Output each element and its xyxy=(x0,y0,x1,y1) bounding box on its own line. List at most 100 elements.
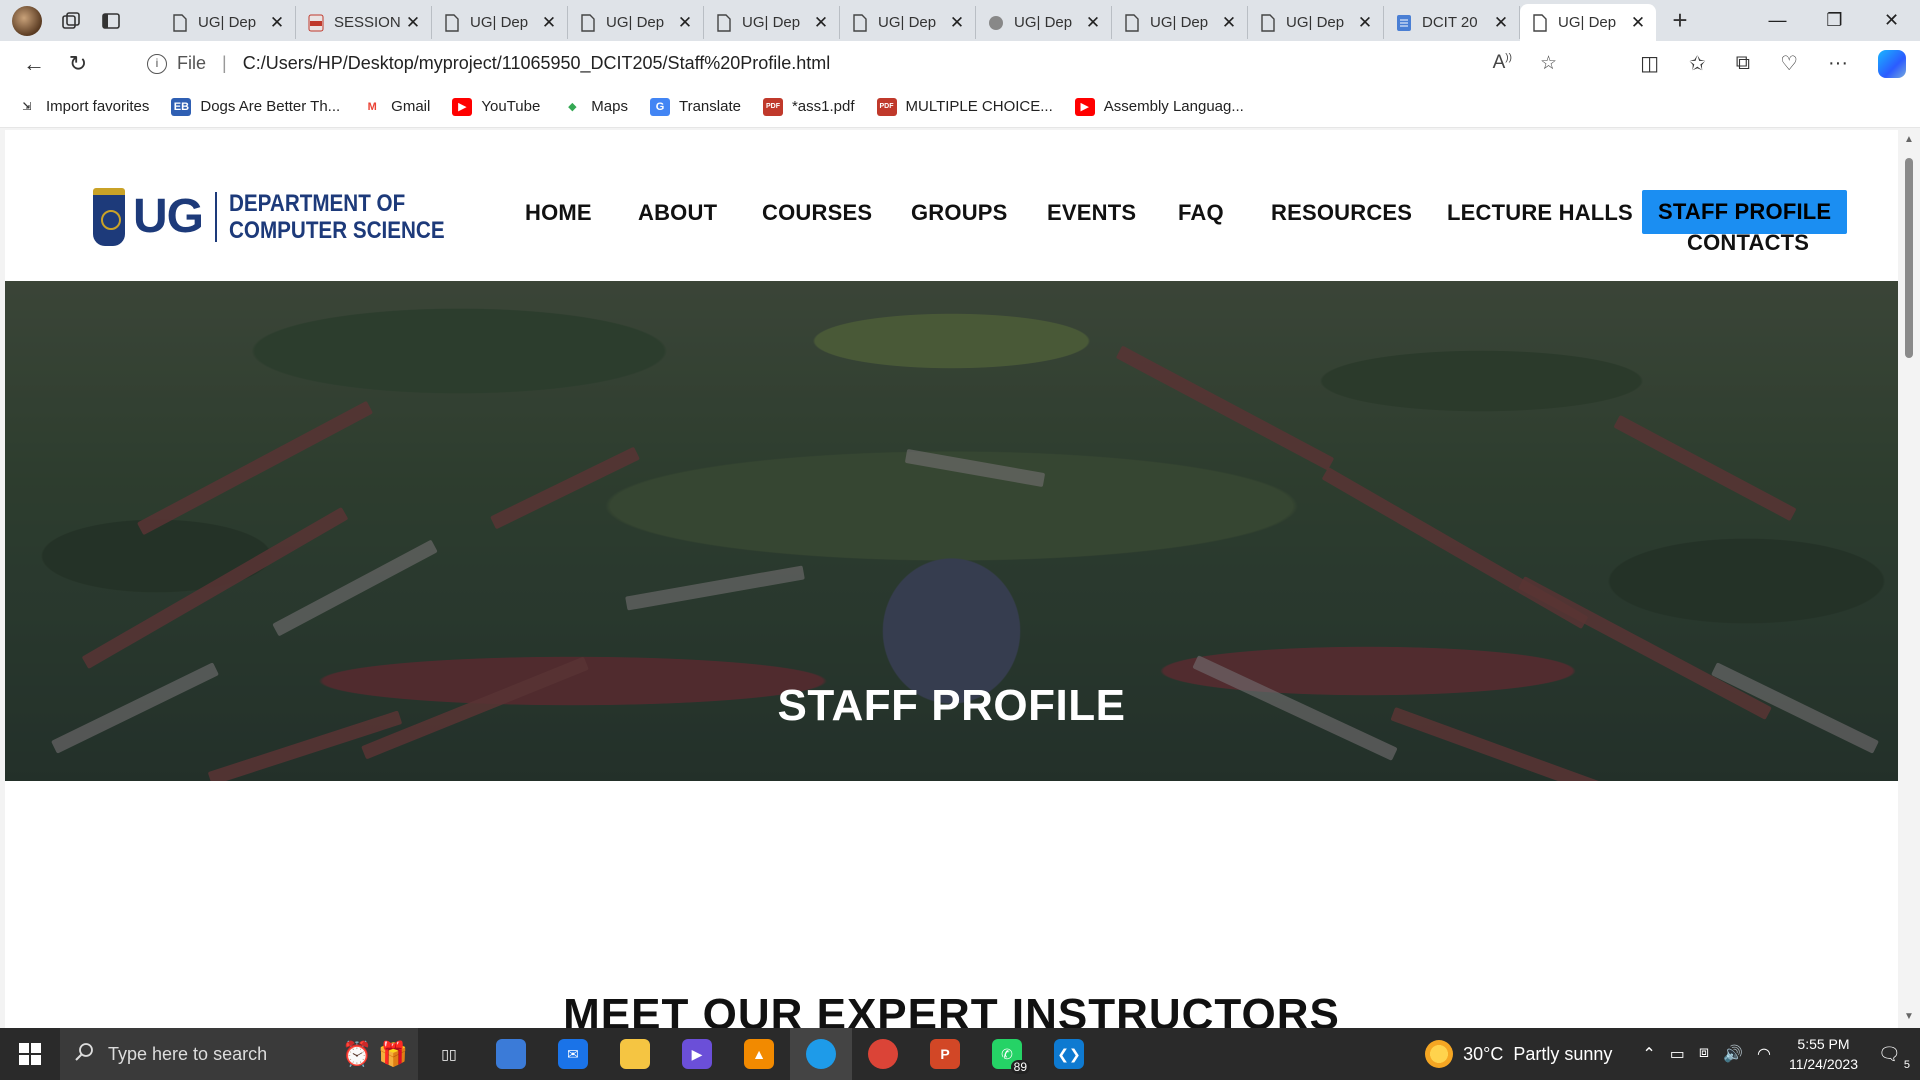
battery-icon[interactable]: ▭ xyxy=(1670,1044,1685,1064)
taskbar-app-file-explorer[interactable] xyxy=(604,1028,666,1080)
taskbar-app-edge[interactable] xyxy=(790,1028,852,1080)
profile-avatar[interactable] xyxy=(12,5,42,36)
more-menu-icon[interactable]: ··· xyxy=(1828,52,1848,75)
browser-tab[interactable]: UG| Dep ✕ xyxy=(1112,6,1248,39)
nav-link-about[interactable]: ABOUT xyxy=(638,200,717,226)
nav-link-faq[interactable]: FAQ xyxy=(1178,200,1224,226)
collections-icon[interactable]: ⧉ xyxy=(1736,52,1750,75)
new-tab-button[interactable]: + xyxy=(1662,3,1698,39)
minimize-button[interactable]: — xyxy=(1749,0,1806,41)
close-tab-icon[interactable]: ✕ xyxy=(1493,13,1509,33)
taskbar-search[interactable]: Type here to search ⏰ 🎁 xyxy=(60,1028,418,1080)
close-tab-icon[interactable]: ✕ xyxy=(1221,13,1237,33)
favorite-label: YouTube xyxy=(481,98,541,115)
browser-tab[interactable]: UG| Dep ✕ xyxy=(1520,4,1656,41)
browser-tab[interactable]: DCIT 20 ✕ xyxy=(1384,6,1520,39)
nav-link-staff-profile[interactable]: STAFF PROFILE xyxy=(1642,190,1848,234)
taskbar-app-mail[interactable]: ✉ xyxy=(542,1028,604,1080)
browser-tab[interactable]: UG| Dep ✕ xyxy=(976,6,1112,39)
close-tab-icon[interactable]: ✕ xyxy=(1630,13,1646,33)
clock-date: 11/24/2023 xyxy=(1788,1056,1858,1072)
favorites-icon[interactable]: ✩ xyxy=(1689,51,1706,76)
tab-title: UG| Dep xyxy=(1286,14,1345,31)
vertical-scrollbar[interactable]: ▲ ▼ xyxy=(1898,128,1920,1028)
tab-strip-left xyxy=(0,0,160,41)
nav-link-lecture-halls[interactable]: LECTURE HALLS xyxy=(1447,200,1633,226)
restore-button[interactable]: ❐ xyxy=(1806,0,1863,41)
tab-title: UG| Dep xyxy=(1150,14,1209,31)
taskbar-app-clipchamp[interactable]: ▶ xyxy=(666,1028,728,1080)
read-aloud-icon[interactable]: A)) xyxy=(1493,52,1512,75)
address-bar[interactable]: i File | C:/Users/HP/Desktop/myproject/1… xyxy=(125,45,1585,82)
chevron-up-icon[interactable]: ⌃ xyxy=(1642,1044,1655,1064)
nav-link-contacts[interactable]: CONTACTS xyxy=(1687,230,1809,256)
close-tab-icon[interactable]: ✕ xyxy=(813,13,829,33)
taskbar-app-powerpoint[interactable]: P xyxy=(914,1028,976,1080)
close-tab-icon[interactable]: ✕ xyxy=(541,13,557,33)
favorite-star-icon[interactable]: ☆ xyxy=(1540,52,1557,75)
favorite-item[interactable]: PDF MULTIPLE CHOICE... xyxy=(876,97,1053,116)
favorite-label: *ass1.pdf xyxy=(791,98,855,115)
nav-link-home[interactable]: HOME xyxy=(525,200,592,226)
close-window-button[interactable]: ✕ xyxy=(1863,0,1920,41)
back-button[interactable]: ← xyxy=(14,44,54,84)
tab-actions-icon[interactable] xyxy=(100,10,122,32)
browser-tab[interactable]: UG| Dep ✕ xyxy=(840,6,976,39)
close-tab-icon[interactable]: ✕ xyxy=(269,13,285,33)
taskbar-app-vlc[interactable]: ▲ xyxy=(728,1028,790,1080)
device-icon[interactable]: ⧈ xyxy=(1699,1044,1709,1064)
nav-link-events[interactable]: EVENTS xyxy=(1047,200,1136,226)
scroll-down-arrow-icon[interactable]: ▼ xyxy=(1904,1011,1914,1022)
logo-dept-line1: DEPARTMENT OF xyxy=(229,190,406,217)
taskbar-app-microsoft-store[interactable] xyxy=(480,1028,542,1080)
favorite-item[interactable]: M Gmail xyxy=(362,98,431,116)
copilot-icon[interactable] xyxy=(1878,49,1906,78)
favorite-item[interactable]: PDF *ass1.pdf xyxy=(762,97,855,116)
favorite-item[interactable]: ◆ Maps xyxy=(562,98,628,116)
browser-tab[interactable]: UG| Dep ✕ xyxy=(432,6,568,39)
tab-list: UG| Dep ✕ SESSION ✕ UG| Dep ✕ UG| Dep ✕ UG| Dep ✕… xyxy=(160,0,1656,41)
toolbar-icons: ◫ ✩ ⧉ ♡ ··· xyxy=(1640,41,1906,86)
browser-tab[interactable]: SESSION ✕ xyxy=(296,6,432,39)
favorite-item[interactable]: EB Dogs Are Better Th... xyxy=(171,97,340,116)
youtube-icon: ▶ xyxy=(452,97,473,116)
scroll-up-arrow-icon[interactable]: ▲ xyxy=(1904,134,1914,145)
browser-tab[interactable]: UG| Dep ✕ xyxy=(160,6,296,39)
window-controls: — ❐ ✕ xyxy=(1749,0,1920,41)
close-tab-icon[interactable]: ✕ xyxy=(1357,13,1373,33)
taskbar-app-vscode[interactable]: ❮❯ xyxy=(1038,1028,1100,1080)
close-tab-icon[interactable]: ✕ xyxy=(405,13,421,33)
nav-link-resources[interactable]: RESOURCES xyxy=(1271,200,1412,226)
split-screen-icon[interactable]: ◫ xyxy=(1640,51,1659,76)
start-button[interactable] xyxy=(0,1028,60,1080)
nav-link-courses[interactable]: COURSES xyxy=(762,200,872,226)
favorite-item[interactable]: ▶ YouTube xyxy=(452,97,541,116)
browser-tab[interactable]: UG| Dep ✕ xyxy=(1248,6,1384,39)
taskbar-app-task-view[interactable]: ▯▯ xyxy=(418,1028,480,1080)
favorite-item[interactable]: ⇲ Import favorites xyxy=(17,98,149,116)
close-tab-icon[interactable]: ✕ xyxy=(1085,13,1101,33)
favorite-item[interactable]: G Translate xyxy=(649,97,741,116)
browser-essentials-icon[interactable]: ♡ xyxy=(1780,51,1798,76)
close-tab-icon[interactable]: ✕ xyxy=(949,13,965,33)
volume-icon[interactable]: 🔊 xyxy=(1723,1044,1743,1064)
weather-widget[interactable]: 30°C Partly sunny xyxy=(1425,1040,1612,1068)
department-logo[interactable]: UG DEPARTMENT OF COMPUTER SCIENCE xyxy=(93,188,480,246)
browser-tab[interactable]: UG| Dep ✕ xyxy=(704,6,840,39)
alarm-clock-icon[interactable]: ⏰ xyxy=(342,1040,372,1069)
refresh-button[interactable]: ↻ xyxy=(58,44,98,84)
taskbar-app-whatsapp[interactable]: ✆ 89 xyxy=(976,1028,1038,1080)
clock[interactable]: 5:55 PM 11/24/2023 xyxy=(1789,1034,1858,1074)
workspaces-icon[interactable] xyxy=(60,10,82,32)
browser-tab[interactable]: UG| Dep ✕ xyxy=(568,6,704,39)
wifi-icon[interactable]: ◠ xyxy=(1757,1044,1771,1064)
scrollbar-thumb[interactable] xyxy=(1905,158,1913,358)
nav-link-groups[interactable]: GROUPS xyxy=(911,200,1008,226)
close-tab-icon[interactable]: ✕ xyxy=(677,13,693,33)
gift-icon[interactable]: 🎁 xyxy=(378,1040,408,1069)
info-icon[interactable]: i xyxy=(147,53,167,74)
url-text[interactable]: C:/Users/HP/Desktop/myproject/11065950_D… xyxy=(243,53,831,74)
notification-button[interactable]: 🗨 5 xyxy=(1878,1044,1910,1071)
taskbar-app-chrome[interactable] xyxy=(852,1028,914,1080)
favorite-item[interactable]: ▶ Assembly Languag... xyxy=(1074,97,1244,116)
